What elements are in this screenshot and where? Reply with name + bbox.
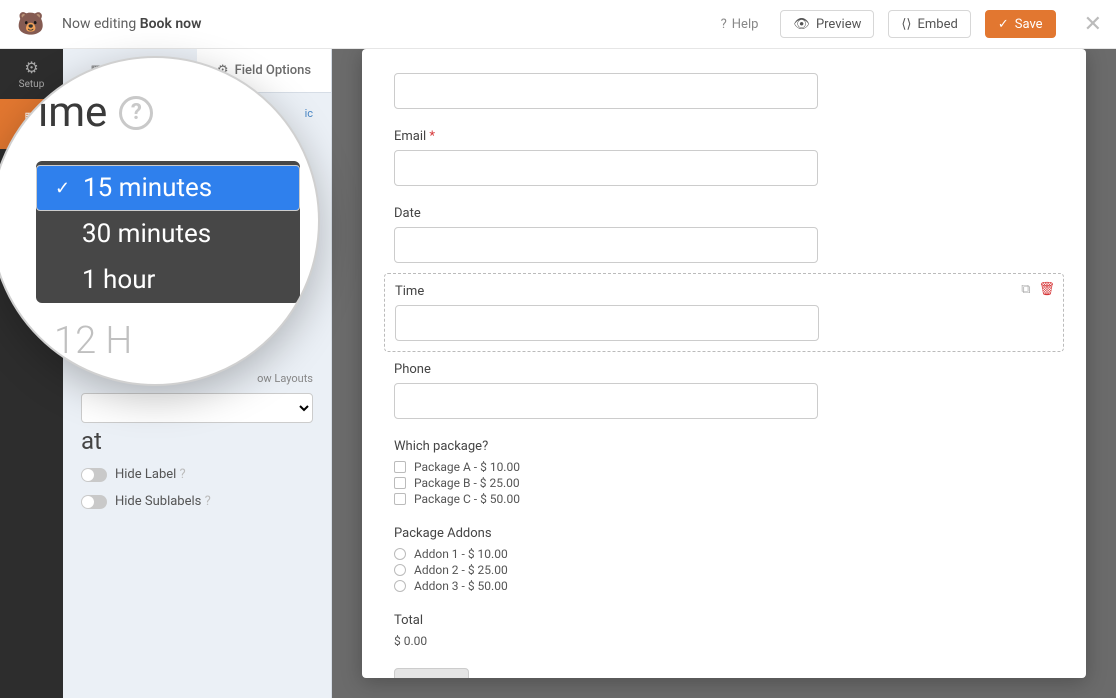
panel-title: ime? xyxy=(38,88,292,137)
email-input[interactable] xyxy=(394,150,818,186)
checkbox-icon xyxy=(394,493,406,505)
date-label: Date xyxy=(394,206,1054,221)
name-input[interactable] xyxy=(394,73,818,109)
field-date: Date xyxy=(394,206,1054,263)
help-icon: ? xyxy=(721,17,727,32)
magnifier-overlay: ime? ✓15 minutes 30 minutes 1 hour 12 H xyxy=(0,56,320,386)
package-option[interactable]: Package A - $ 10.00 xyxy=(394,460,1054,474)
form-name: Book now xyxy=(140,16,202,32)
checkbox-icon xyxy=(394,477,406,489)
dropdown-option[interactable]: ✓15 minutes xyxy=(36,165,300,211)
field-phone: Phone xyxy=(394,362,1054,419)
addons-label: Package Addons xyxy=(394,526,1054,541)
radio-icon xyxy=(394,580,406,592)
time-input[interactable] xyxy=(395,305,819,341)
interval-dropdown[interactable]: ✓15 minutes 30 minutes 1 hour xyxy=(36,161,300,303)
code-icon: ⟨⟩ xyxy=(901,17,911,32)
package-option[interactable]: Package C - $ 50.00 xyxy=(394,492,1054,506)
radio-icon xyxy=(394,548,406,560)
total-label: Total xyxy=(394,613,1054,628)
help-icon[interactable]: ? xyxy=(205,494,211,509)
field-time-selected[interactable]: ⧉🗑 Time xyxy=(384,273,1064,352)
format-select[interactable] xyxy=(81,393,313,423)
embed-button[interactable]: ⟨⟩Embed xyxy=(888,10,970,38)
editing-title: Now editing Book now xyxy=(62,16,707,32)
addon-option[interactable]: Addon 1 - $ 10.00 xyxy=(394,547,1054,561)
radio-icon xyxy=(394,564,406,576)
addon-option[interactable]: Addon 3 - $ 50.00 xyxy=(394,579,1054,593)
app-logo: 🐻 xyxy=(14,7,48,41)
hide-sublabels-toggle[interactable] xyxy=(81,495,107,509)
hide-label-row: Hide Label ? xyxy=(81,467,313,482)
time-label: Time xyxy=(395,284,1053,299)
check-icon: ✓ xyxy=(55,178,71,199)
phone-input[interactable] xyxy=(394,383,818,419)
field-email: Email * xyxy=(394,129,1054,186)
help-link[interactable]: ?Help xyxy=(721,17,759,32)
duplicate-icon[interactable]: ⧉ xyxy=(1021,282,1030,297)
phone-label: Phone xyxy=(394,362,1054,377)
format-partial: at xyxy=(81,427,313,455)
eye-icon: 👁 xyxy=(793,17,810,32)
package-option[interactable]: Package B - $ 25.00 xyxy=(394,476,1054,490)
trash-icon[interactable]: 🗑 xyxy=(1038,282,1055,297)
field-package: Which package? Package A - $ 10.00 Packa… xyxy=(394,439,1054,506)
hide-sublabels-row: Hide Sublabels ? xyxy=(81,494,313,509)
help-icon[interactable]: ? xyxy=(119,96,153,130)
total-value: $ 0.00 xyxy=(394,634,1054,648)
field-total: Total $ 0.00 xyxy=(394,613,1054,648)
check-icon: ✓ xyxy=(998,17,1009,32)
required-mark: * xyxy=(429,129,435,144)
editing-prefix: Now editing xyxy=(62,16,136,32)
top-bar: 🐻 Now editing Book now ?Help 👁Preview ⟨⟩… xyxy=(0,0,1116,49)
submit-button[interactable]: Submit xyxy=(394,668,469,678)
form-preview: Email * Date ⧉🗑 Time Phone Which package… xyxy=(332,49,1116,698)
field-row xyxy=(394,73,1054,109)
preview-button[interactable]: 👁Preview xyxy=(780,10,874,38)
addon-option[interactable]: Addon 2 - $ 25.00 xyxy=(394,563,1054,577)
package-label: Which package? xyxy=(394,439,1054,454)
save-button[interactable]: ✓Save xyxy=(985,10,1056,38)
close-icon[interactable]: ✕ xyxy=(1084,12,1102,37)
form-card: Email * Date ⧉🗑 Time Phone Which package… xyxy=(362,49,1086,678)
field-tools: ⧉🗑 xyxy=(1021,282,1055,297)
hide-label-toggle[interactable] xyxy=(81,468,107,482)
dropdown-option[interactable]: 1 hour xyxy=(36,257,300,303)
email-label: Email xyxy=(394,129,426,144)
date-input[interactable] xyxy=(394,227,818,263)
format-value: 12 H xyxy=(54,319,292,363)
checkbox-icon xyxy=(394,461,406,473)
dropdown-option[interactable]: 30 minutes xyxy=(36,211,300,257)
field-addons: Package Addons Addon 1 - $ 10.00 Addon 2… xyxy=(394,526,1054,593)
help-icon[interactable]: ? xyxy=(180,467,186,482)
